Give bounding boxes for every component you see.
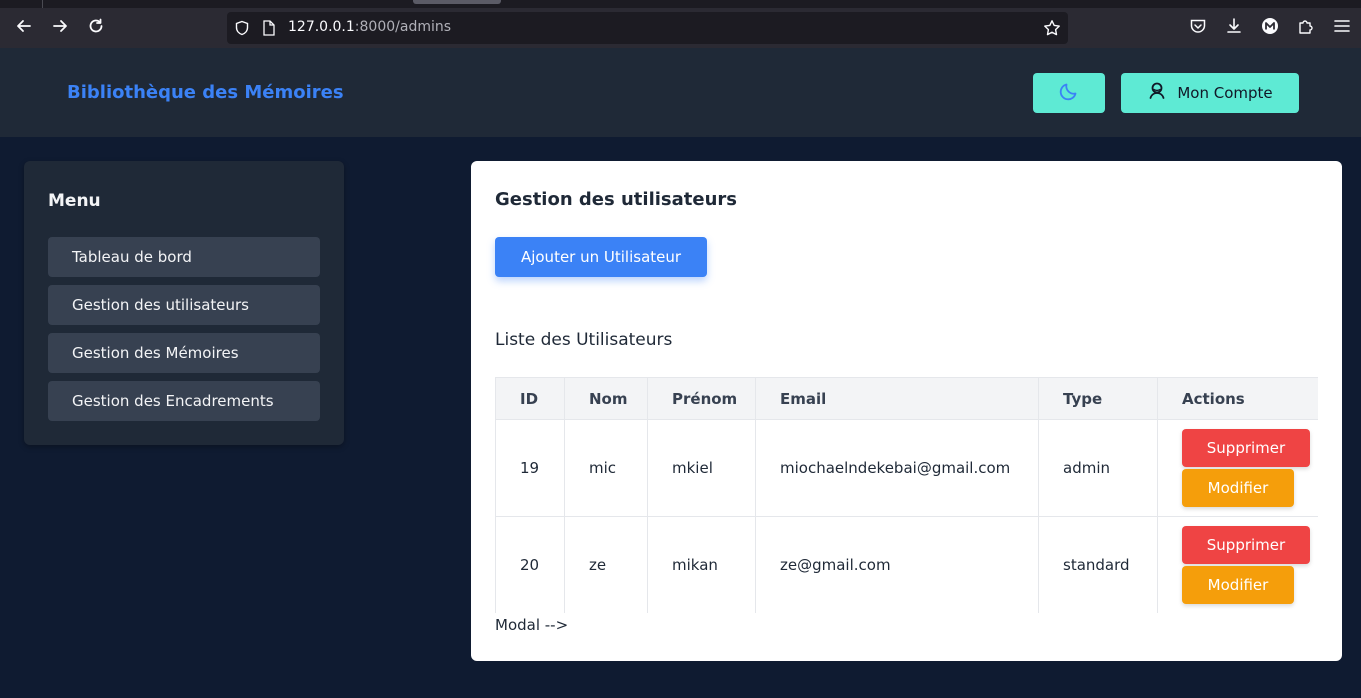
bookmark-star-icon[interactable]	[1040, 16, 1064, 40]
forward-arrow-icon[interactable]	[48, 14, 72, 38]
cell-nom: mic	[564, 419, 648, 517]
table-header-row: ID Nom Prénom Email Type Actions	[495, 377, 1318, 420]
url-text: 127.0.0.1:8000/admins	[288, 19, 451, 35]
address-bar[interactable]: 127.0.0.1:8000/admins	[227, 12, 1068, 44]
theme-toggle-button[interactable]	[1033, 73, 1105, 113]
add-user-button[interactable]: Ajouter un Utilisateur	[495, 237, 707, 277]
column-header-nom: Nom	[564, 377, 648, 420]
column-header-email: Email	[755, 377, 1039, 420]
reload-icon[interactable]	[84, 14, 108, 38]
edit-button[interactable]: Modifier	[1182, 469, 1294, 507]
cell-actions: Supprimer Modifier	[1157, 419, 1318, 517]
download-icon[interactable]	[1222, 14, 1246, 38]
account-button[interactable]: Mon Compte	[1121, 73, 1299, 113]
url-host: 127.0.0.1	[288, 19, 355, 35]
cell-nom: ze	[564, 516, 648, 613]
moon-icon	[1058, 80, 1080, 106]
app-header: Bibliothèque des Mémoires Mon Compte	[0, 48, 1361, 137]
tab-separator	[42, 0, 43, 8]
shield-icon[interactable]	[230, 16, 254, 40]
account-label: Mon Compte	[1177, 84, 1273, 102]
hamburger-menu-icon[interactable]	[1330, 14, 1354, 38]
cell-email: ze@gmail.com	[755, 516, 1039, 613]
cell-type: admin	[1038, 419, 1158, 517]
delete-button[interactable]: Supprimer	[1182, 526, 1310, 564]
sidebar-item-label: Gestion des Mémoires	[72, 344, 239, 362]
cell-type: standard	[1038, 516, 1158, 613]
table-row: 20 ze mikan ze@gmail.com standard Suppri…	[495, 516, 1318, 613]
main-card: Gestion des utilisateurs Ajouter un Util…	[471, 161, 1342, 661]
users-table-container[interactable]: ID Nom Prénom Email Type Actions 19 mic …	[495, 377, 1318, 613]
column-header-prenom: Prénom	[647, 377, 756, 420]
list-title: Liste des Utilisateurs	[495, 330, 673, 350]
users-table: ID Nom Prénom Email Type Actions 19 mic …	[495, 377, 1318, 613]
back-arrow-icon[interactable]	[12, 14, 36, 38]
column-header-id: ID	[495, 377, 565, 420]
page-icon	[257, 16, 281, 40]
account-avatar-icon[interactable]	[1258, 14, 1282, 38]
edit-button[interactable]: Modifier	[1182, 566, 1294, 604]
cell-prenom: mikan	[647, 516, 756, 613]
extensions-icon[interactable]	[1294, 14, 1318, 38]
url-path: :8000/admins	[354, 19, 452, 35]
user-icon	[1147, 81, 1167, 105]
browser-toolbar: 127.0.0.1:8000/admins	[0, 0, 1361, 48]
modal-comment-text: Modal -->	[495, 616, 569, 634]
column-header-actions: Actions	[1157, 377, 1318, 420]
tab-strip	[0, 0, 1361, 8]
sidebar-item-label: Tableau de bord	[72, 248, 192, 266]
cell-actions: Supprimer Modifier	[1157, 516, 1318, 613]
page-title: Gestion des utilisateurs	[495, 189, 737, 210]
sidebar-item-encadrements[interactable]: Gestion des Encadrements	[48, 381, 320, 421]
cell-id: 19	[495, 419, 565, 517]
table-row: 19 mic mkiel miochaelndekebai@gmail.com …	[495, 419, 1318, 517]
delete-button[interactable]: Supprimer	[1182, 429, 1310, 467]
brand-title[interactable]: Bibliothèque des Mémoires	[67, 82, 344, 103]
pocket-icon[interactable]	[1186, 14, 1210, 38]
sidebar-item-label: Gestion des Encadrements	[72, 392, 274, 410]
active-tab-indicator[interactable]	[413, 0, 501, 4]
sidebar-item-label: Gestion des utilisateurs	[72, 296, 249, 314]
cell-prenom: mkiel	[647, 419, 756, 517]
sidebar-item-users[interactable]: Gestion des utilisateurs	[48, 285, 320, 325]
column-header-type: Type	[1038, 377, 1158, 420]
sidebar: Menu Tableau de bord Gestion des utilisa…	[24, 161, 344, 445]
sidebar-item-memoires[interactable]: Gestion des Mémoires	[48, 333, 320, 373]
cell-email: miochaelndekebai@gmail.com	[755, 419, 1039, 517]
sidebar-item-dashboard[interactable]: Tableau de bord	[48, 237, 320, 277]
cell-id: 20	[495, 516, 565, 613]
sidebar-title: Menu	[48, 191, 101, 211]
